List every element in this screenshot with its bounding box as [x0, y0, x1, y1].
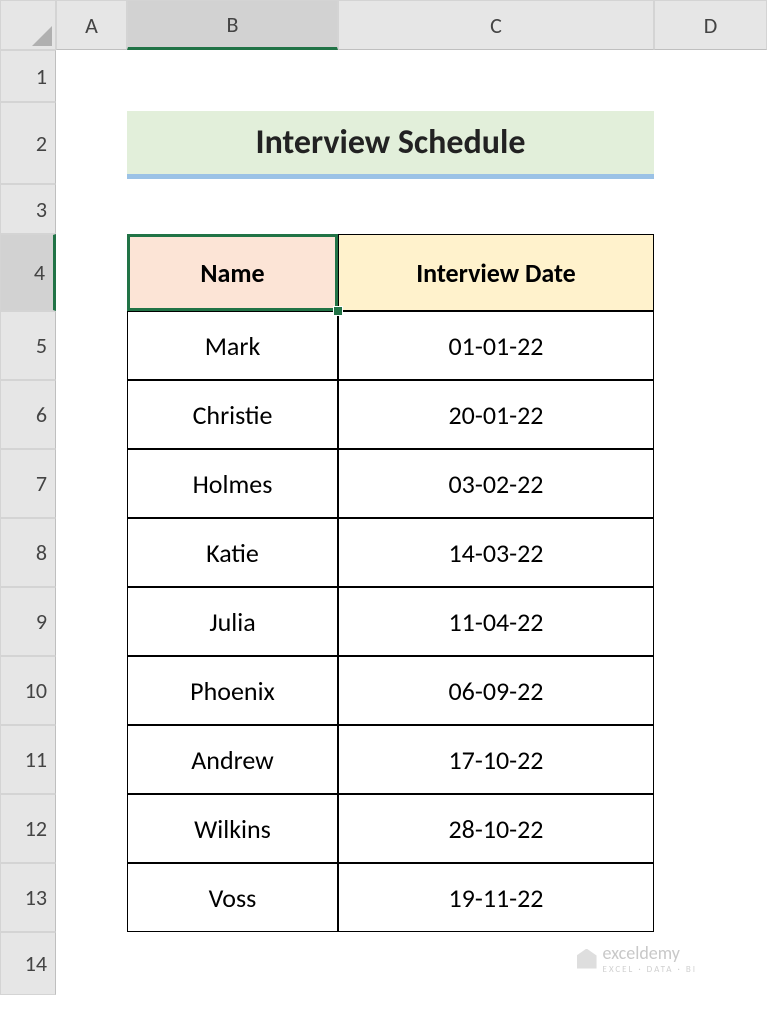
cell-name[interactable]: Holmes	[127, 449, 338, 518]
row-header-2[interactable]: 2	[0, 102, 56, 184]
header-date[interactable]: Interview Date	[338, 234, 654, 311]
spreadsheet-grid: A B C D 1 2 3 4 5 6 7 8 9 10 11 12 13 14…	[0, 0, 767, 995]
watermark-tag: EXCEL · DATA · BI	[603, 964, 697, 975]
cell-name[interactable]: Andrew	[127, 725, 338, 794]
cell-date[interactable]: 19-11-22	[338, 863, 654, 932]
row-header-12[interactable]: 12	[0, 794, 56, 863]
cube-icon	[577, 949, 597, 969]
cell-date[interactable]: 28-10-22	[338, 794, 654, 863]
row-header-13[interactable]: 13	[0, 863, 56, 932]
cell-name[interactable]: Julia	[127, 587, 338, 656]
row-header-14[interactable]: 14	[0, 932, 56, 995]
cell-name[interactable]: Phoenix	[127, 656, 338, 725]
select-all-corner[interactable]	[0, 0, 56, 50]
header-name[interactable]: Name	[127, 234, 338, 311]
cell-date[interactable]: 17-10-22	[338, 725, 654, 794]
row-header-6[interactable]: 6	[0, 380, 56, 449]
cell-date[interactable]: 11-04-22	[338, 587, 654, 656]
row-header-7[interactable]: 7	[0, 449, 56, 518]
title-cell[interactable]: Interview Schedule	[127, 102, 654, 184]
col-header-D[interactable]: D	[654, 0, 767, 50]
cell-date[interactable]: 01-01-22	[338, 311, 654, 380]
fill-handle[interactable]	[333, 306, 343, 316]
cell-date[interactable]: 06-09-22	[338, 656, 654, 725]
cell-name[interactable]: Christie	[127, 380, 338, 449]
cell-date[interactable]: 14-03-22	[338, 518, 654, 587]
cell-date[interactable]: 03-02-22	[338, 449, 654, 518]
row-header-4[interactable]: 4	[0, 234, 56, 311]
watermark-brand: exceldemy	[603, 942, 680, 964]
row-header-1[interactable]: 1	[0, 50, 56, 102]
row-header-10[interactable]: 10	[0, 656, 56, 725]
sheet-title: Interview Schedule	[127, 111, 654, 179]
col-header-C[interactable]: C	[338, 0, 654, 50]
row-header-5[interactable]: 5	[0, 311, 56, 380]
cell-name[interactable]: Wilkins	[127, 794, 338, 863]
row-header-8[interactable]: 8	[0, 518, 56, 587]
col-header-B[interactable]: B	[127, 0, 338, 50]
row-header-9[interactable]: 9	[0, 587, 56, 656]
watermark: exceldemy EXCEL · DATA · BI	[577, 942, 697, 975]
cell-name[interactable]: Voss	[127, 863, 338, 932]
row-header-3[interactable]: 3	[0, 184, 56, 234]
cell-name[interactable]: Mark	[127, 311, 338, 380]
row-header-11[interactable]: 11	[0, 725, 56, 794]
col-header-A[interactable]: A	[56, 0, 127, 50]
cell-name[interactable]: Katie	[127, 518, 338, 587]
cell-date[interactable]: 20-01-22	[338, 380, 654, 449]
